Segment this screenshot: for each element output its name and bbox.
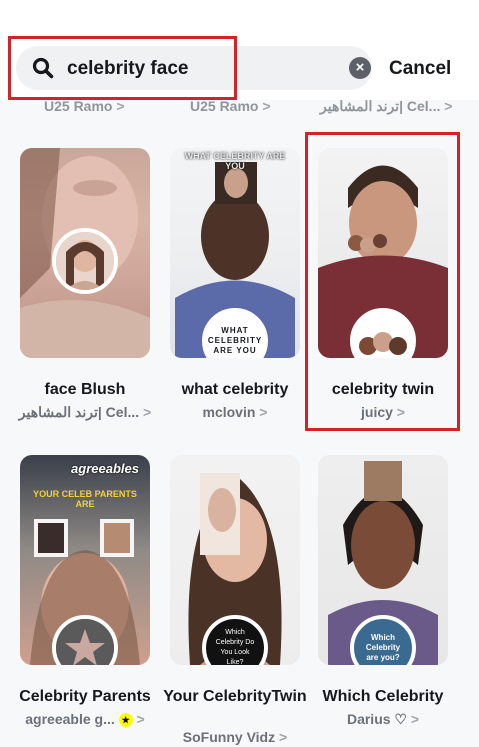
lens-creator[interactable]: Darius ♡ >	[303, 711, 463, 728]
lens-thumbnail[interactable]: agreeables YOUR CELEB PARENTS ARE	[20, 455, 150, 665]
lens-overlay-text: WHAT CELEBRITY ARE YOU	[184, 151, 286, 171]
lens-badge	[52, 228, 118, 294]
lens-title: what celebrity	[181, 381, 289, 398]
lens-overlay-subtext: YOUR CELEB PARENTS ARE	[33, 489, 137, 509]
lens-title: Which Celebrity	[322, 688, 444, 705]
lens-overlay-text: agreeables	[71, 461, 139, 476]
previous-creator-2[interactable]: U25 Ramo >	[190, 98, 271, 114]
search-highlight-box	[8, 36, 237, 100]
badge-label: Which Celebrity Do You Look Like?	[215, 629, 255, 665]
lens-thumbnail[interactable]	[20, 148, 150, 358]
lens-title: Your CelebrityTwin	[163, 688, 307, 705]
cancel-button[interactable]: Cancel	[389, 58, 451, 80]
lens-thumbnail[interactable]: WHAT CELEBRITY ARE YOU WHAT CELEBRITY AR…	[170, 148, 300, 358]
clear-search-icon[interactable]: ×	[349, 57, 371, 79]
lens-creator[interactable]: agreeable g... ★ >	[5, 711, 165, 728]
badge-label: Which Celebrity are you?	[365, 633, 401, 662]
lens-badge: Which Celebrity are you?	[350, 615, 416, 665]
card-highlight-box	[305, 132, 460, 431]
star-icon	[56, 619, 114, 665]
lens-badge: Which Celebrity Do You Look Like?	[202, 615, 268, 665]
lens-thumbnail[interactable]: Which Celebrity are you?	[318, 455, 448, 665]
lens-badge: WHAT CELEBRITY ARE YOU	[202, 308, 268, 358]
lens-title: face Blush	[44, 381, 126, 398]
lens-creator[interactable]: mclovin >	[155, 404, 315, 420]
snap-star-icon: ★	[118, 713, 133, 728]
badge-label: WHAT CELEBRITY ARE YOU	[207, 326, 263, 355]
lens-creator[interactable]: SoFunny Vidz >	[155, 729, 315, 745]
previous-creator-1[interactable]: U25 Ramo >	[44, 98, 125, 114]
lens-title: Celebrity Parents	[19, 688, 151, 705]
lens-thumbnail[interactable]: Which Celebrity Do You Look Like?	[170, 455, 300, 665]
lens-creator[interactable]: ترند المشاهير| Cel... >	[5, 404, 165, 421]
previous-creator-3[interactable]: ترند المشاهير| Cel... >	[320, 98, 452, 115]
